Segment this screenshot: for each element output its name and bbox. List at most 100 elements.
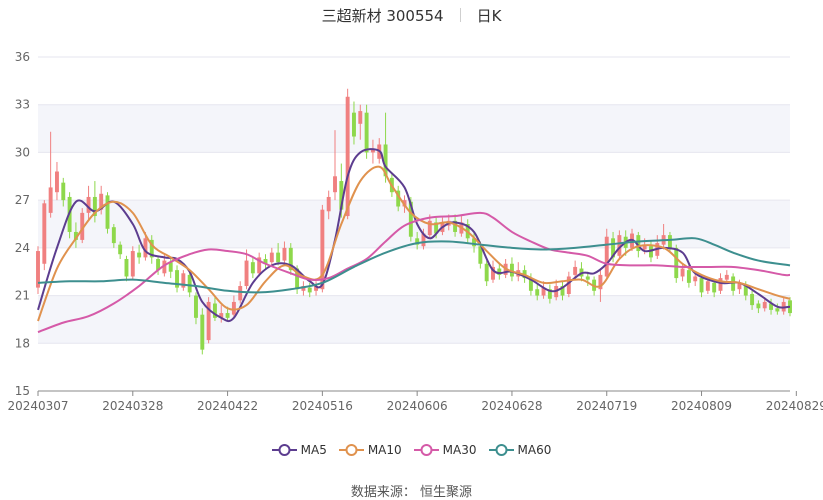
y-tick-label: 36 <box>15 50 30 64</box>
x-tick-label: 20240516 <box>292 399 353 413</box>
legend-line-circle-icon <box>271 444 297 456</box>
legend-label: MA10 <box>367 443 402 457</box>
candle <box>269 247 274 266</box>
candle-body <box>712 282 717 293</box>
candle-body <box>269 252 274 263</box>
candle-body <box>48 187 53 213</box>
plot-background <box>38 104 790 344</box>
candle-body <box>250 262 255 274</box>
legend-line-circle-icon <box>488 444 514 456</box>
legend-line-circle-icon <box>338 444 364 456</box>
candle-body <box>200 314 205 350</box>
candle-body <box>484 263 489 282</box>
candle-body <box>750 293 755 306</box>
candle-body <box>705 281 710 291</box>
y-tick-label: 18 <box>15 336 30 350</box>
candle <box>200 308 205 355</box>
candle-body <box>667 235 672 248</box>
y-tick-label: 33 <box>15 98 30 112</box>
candle-body <box>775 308 780 312</box>
legend: MA5 MA10 MA30 MA60 <box>0 443 823 457</box>
x-tick-label: 20240829 <box>766 399 823 413</box>
x-tick-label: 20240606 <box>387 399 448 413</box>
data-source: 数据来源： 恒生聚源 <box>350 485 473 500</box>
legend-label: MA30 <box>442 443 477 457</box>
candle <box>250 257 255 279</box>
candle-body <box>282 247 287 261</box>
legend-item-ma60[interactable]: MA60 <box>488 443 552 457</box>
legend-item-ma5[interactable]: MA5 <box>271 443 327 457</box>
candle-body <box>276 252 281 263</box>
candle <box>579 262 584 282</box>
candle-body <box>137 252 142 258</box>
candle <box>731 273 736 296</box>
x-tick-label: 20240307 <box>7 399 68 413</box>
candle <box>509 257 514 282</box>
candle-body <box>333 176 337 193</box>
candle-body <box>54 171 59 193</box>
candle-body <box>238 286 243 301</box>
y-tick-label: 24 <box>15 241 30 255</box>
candle-body <box>604 236 609 277</box>
candle-body <box>535 289 540 296</box>
x-tick-label: 20240628 <box>481 399 542 413</box>
candle-body <box>244 260 249 287</box>
y-tick-label: 15 <box>15 384 30 398</box>
candle-body <box>194 295 198 318</box>
legend-item-ma30[interactable]: MA30 <box>413 443 477 457</box>
candle-body <box>364 112 369 153</box>
candle-body <box>762 301 767 309</box>
candle-body <box>307 287 312 293</box>
candle-body <box>61 182 66 201</box>
x-axis: 20240307 20240328 20240422 20240516 20240606… <box>7 390 823 413</box>
candle <box>345 88 350 220</box>
x-tick-label: 20240422 <box>197 399 258 413</box>
candle-body <box>124 258 129 277</box>
y-axis: 15 18 21 24 27 30 33 36 <box>15 50 30 398</box>
y-tick-label: 30 <box>15 145 30 159</box>
candlestick-chart: 15 18 21 24 27 30 33 36 20240307 20240328 2024042… <box>7 50 823 413</box>
y-tick-label: 21 <box>15 289 30 303</box>
candle-body <box>231 301 236 315</box>
candle-body <box>111 227 116 244</box>
candle <box>105 192 110 234</box>
candle-body <box>756 303 761 309</box>
candle-body <box>674 247 679 279</box>
y-tick-label: 27 <box>15 193 30 207</box>
candle <box>181 270 186 291</box>
candle-body <box>358 111 363 124</box>
candle <box>497 263 502 280</box>
candle-body <box>345 96 350 217</box>
candle <box>36 246 40 294</box>
candle <box>484 260 489 287</box>
candle <box>175 265 179 293</box>
candle-body <box>680 268 685 277</box>
legend-label: MA5 <box>300 443 327 457</box>
candle-body <box>585 276 590 280</box>
candle-body <box>731 276 736 291</box>
candle-body <box>187 274 192 293</box>
candle-body <box>130 251 135 277</box>
x-tick-label: 20240328 <box>102 399 163 413</box>
candle-body <box>352 112 356 137</box>
candle-body <box>105 195 110 229</box>
grid-band <box>38 295 790 344</box>
candle-body <box>42 203 47 264</box>
candle-body <box>699 278 704 293</box>
candle <box>130 246 135 280</box>
candle <box>54 161 59 201</box>
candle-body <box>686 270 691 283</box>
legend-line-circle-icon <box>413 444 439 456</box>
candle <box>124 255 129 282</box>
legend-label: MA60 <box>517 443 552 457</box>
candle <box>42 200 47 271</box>
x-tick-label: 20240719 <box>576 399 637 413</box>
x-tick-label: 20240809 <box>671 399 732 413</box>
candle-body <box>573 266 578 275</box>
grid-band <box>38 104 790 153</box>
candle-body <box>118 244 123 255</box>
candle-body <box>693 276 698 282</box>
candle <box>263 254 268 269</box>
legend-item-ma10[interactable]: MA10 <box>338 443 402 457</box>
candle-body <box>724 274 729 280</box>
